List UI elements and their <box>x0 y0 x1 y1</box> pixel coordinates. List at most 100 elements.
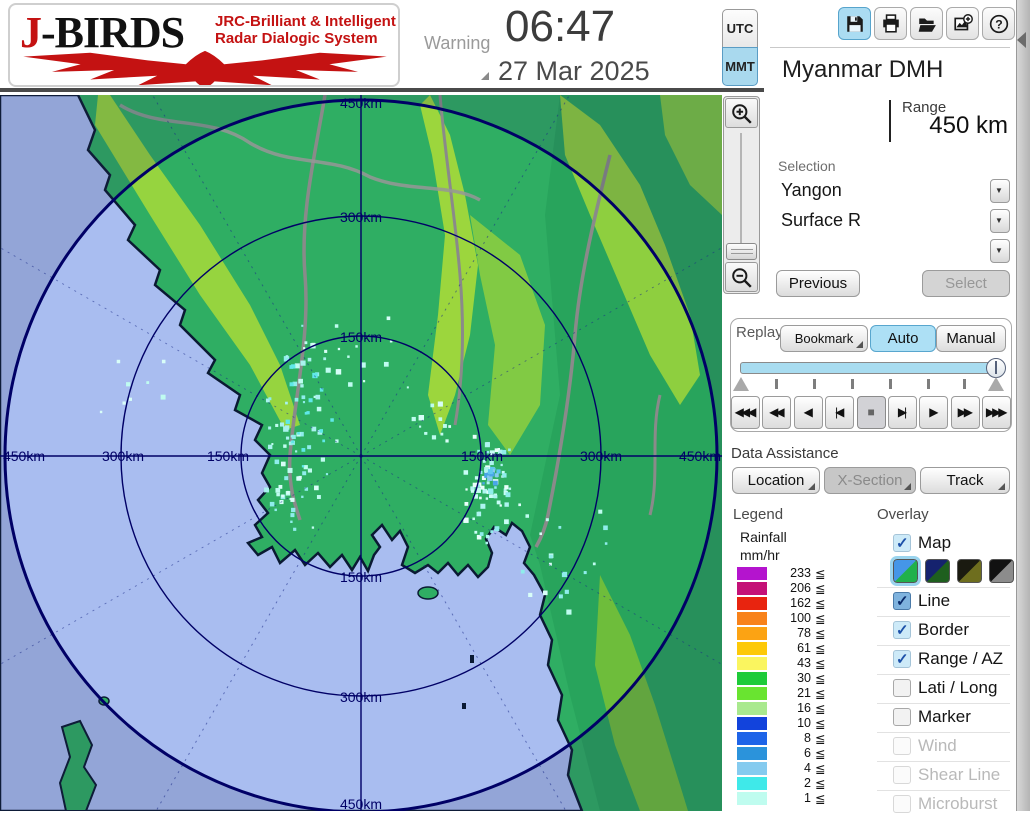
range-az-checkbox[interactable] <box>893 650 911 668</box>
image-plus-icon <box>954 14 973 31</box>
leq-symbol: ≦ <box>815 657 826 671</box>
bookmark-button[interactable]: Bookmark <box>780 325 868 352</box>
add-image-button[interactable] <box>946 7 979 40</box>
svg-text:300km: 300km <box>340 209 382 225</box>
location-button[interactable]: Location <box>732 467 820 494</box>
product-dropdown-arrow[interactable] <box>990 209 1010 233</box>
transport-button-8[interactable]: ▶▶▶ <box>982 396 1012 429</box>
legend-value: 1 <box>804 791 811 805</box>
legend-swatch <box>737 567 767 580</box>
radar-map[interactable]: 450km 300km 150km 150km 300km 450km 450k… <box>0 5 812 818</box>
transport-button-2[interactable]: ◀ <box>793 396 823 429</box>
site-dropdown[interactable]: Yangon <box>778 178 1010 205</box>
map-checkbox[interactable] <box>893 534 911 552</box>
marker-checkbox[interactable] <box>893 708 911 726</box>
legend-swatch <box>737 582 767 595</box>
legend-value: 100 <box>790 611 811 625</box>
print-button[interactable] <box>874 7 907 40</box>
svg-text:150km: 150km <box>340 329 382 345</box>
product-dropdown[interactable]: Surface R <box>778 208 1010 235</box>
previous-button[interactable]: Previous <box>776 270 860 297</box>
station-name: Myanmar DMH <box>782 56 944 83</box>
legend-row: 233 ≦ <box>737 566 837 581</box>
legend-row: 78 ≦ <box>737 626 837 641</box>
eagle-icon <box>23 50 387 85</box>
transport-button-1[interactable]: ◀◀ <box>762 396 792 429</box>
legend-value: 162 <box>790 596 811 610</box>
leq-symbol: ≦ <box>815 627 826 641</box>
collapse-panel-arrow[interactable] <box>1017 32 1026 48</box>
leq-symbol: ≦ <box>815 672 826 686</box>
leq-symbol: ≦ <box>815 597 826 611</box>
track-button[interactable]: Track <box>920 467 1010 494</box>
transport-button-5[interactable]: ▶| <box>888 396 917 429</box>
auto-button[interactable]: Auto <box>870 325 936 352</box>
warning-button[interactable]: Warning <box>424 33 490 54</box>
map-style-swatch-3[interactable] <box>989 559 1014 583</box>
legend-title: Legend <box>733 506 784 523</box>
extra-dropdown-arrow[interactable] <box>990 239 1010 263</box>
map-islet-dots <box>470 655 474 663</box>
transport-button-0[interactable]: ◀◀◀ <box>731 396 760 429</box>
overlay-item-map[interactable]: Map <box>877 530 1010 558</box>
replay-slider-thumb[interactable] <box>986 358 1006 378</box>
save-icon <box>847 16 863 32</box>
legend-row: 10 ≦ <box>737 716 837 731</box>
leq-symbol: ≦ <box>815 612 826 626</box>
legend-swatch <box>737 792 767 805</box>
overlay-item-lati-long[interactable]: Lati / Long <box>877 674 1010 702</box>
map-style-swatch-2[interactable] <box>957 559 982 583</box>
slider-tick <box>927 379 930 389</box>
mmt-button[interactable]: MMT <box>722 47 758 86</box>
printer-icon <box>883 14 899 33</box>
map-style-swatch-0[interactable] <box>890 556 921 586</box>
select-button[interactable]: Select <box>922 270 1010 297</box>
legend-row: 43 ≦ <box>737 656 837 671</box>
zoom-slider-thumb[interactable] <box>726 243 757 260</box>
leq-symbol: ≦ <box>815 747 826 761</box>
svg-text:450km: 450km <box>3 448 45 464</box>
zoom-in-button[interactable] <box>725 98 758 128</box>
open-file-button[interactable] <box>910 7 943 40</box>
overlay-title: Overlay <box>877 506 929 523</box>
xsection-button[interactable]: X-Section <box>824 467 916 494</box>
transport-button-7[interactable]: ▶▶ <box>950 396 980 429</box>
help-button[interactable]: ? <box>982 7 1015 40</box>
leq-symbol: ≦ <box>815 687 826 701</box>
lati-long-checkbox[interactable] <box>893 679 911 697</box>
extra-dropdown[interactable] <box>778 238 1010 265</box>
product-dropdown-value: Surface R <box>781 210 862 230</box>
help-icon: ? <box>989 14 1009 34</box>
manual-button[interactable]: Manual <box>936 325 1006 352</box>
legend-row: 30 ≦ <box>737 671 837 686</box>
transport-button-6[interactable]: ▶ <box>919 396 949 429</box>
line-checkbox[interactable] <box>893 592 911 610</box>
transport-button-4[interactable]: ■ <box>856 396 886 429</box>
site-dropdown-arrow[interactable] <box>990 179 1010 203</box>
overlay-item-line[interactable]: Line <box>877 587 1010 615</box>
zoom-out-button[interactable] <box>725 262 758 292</box>
overlay-item-border[interactable]: Border <box>877 616 1010 644</box>
overlay-item-marker[interactable]: Marker <box>877 703 1010 731</box>
slider-tick <box>851 379 854 389</box>
location-corner-triangle <box>808 483 815 490</box>
svg-text:300km: 300km <box>580 448 622 464</box>
slider-start-marker[interactable] <box>733 377 749 391</box>
border-checkbox[interactable] <box>893 621 911 639</box>
zoom-slider-track[interactable] <box>740 133 742 258</box>
legend-row: 8 ≦ <box>737 731 837 746</box>
leq-symbol: ≦ <box>815 717 826 731</box>
utc-button[interactable]: UTC <box>722 9 758 48</box>
slider-end-marker[interactable] <box>988 377 1004 391</box>
panel-splitter[interactable] <box>1016 0 1030 811</box>
slider-tick <box>889 379 892 389</box>
svg-text:?: ? <box>995 17 1002 31</box>
wind-checkbox <box>893 737 911 755</box>
selection-label: Selection <box>778 158 836 174</box>
legend-row: 206 ≦ <box>737 581 837 596</box>
map-style-swatch-1[interactable] <box>925 559 950 583</box>
transport-button-3[interactable]: |◀ <box>825 396 855 429</box>
save-button[interactable] <box>838 7 871 40</box>
replay-slider-track[interactable] <box>740 362 1002 374</box>
overlay-item-range-az[interactable]: Range / AZ <box>877 645 1010 673</box>
